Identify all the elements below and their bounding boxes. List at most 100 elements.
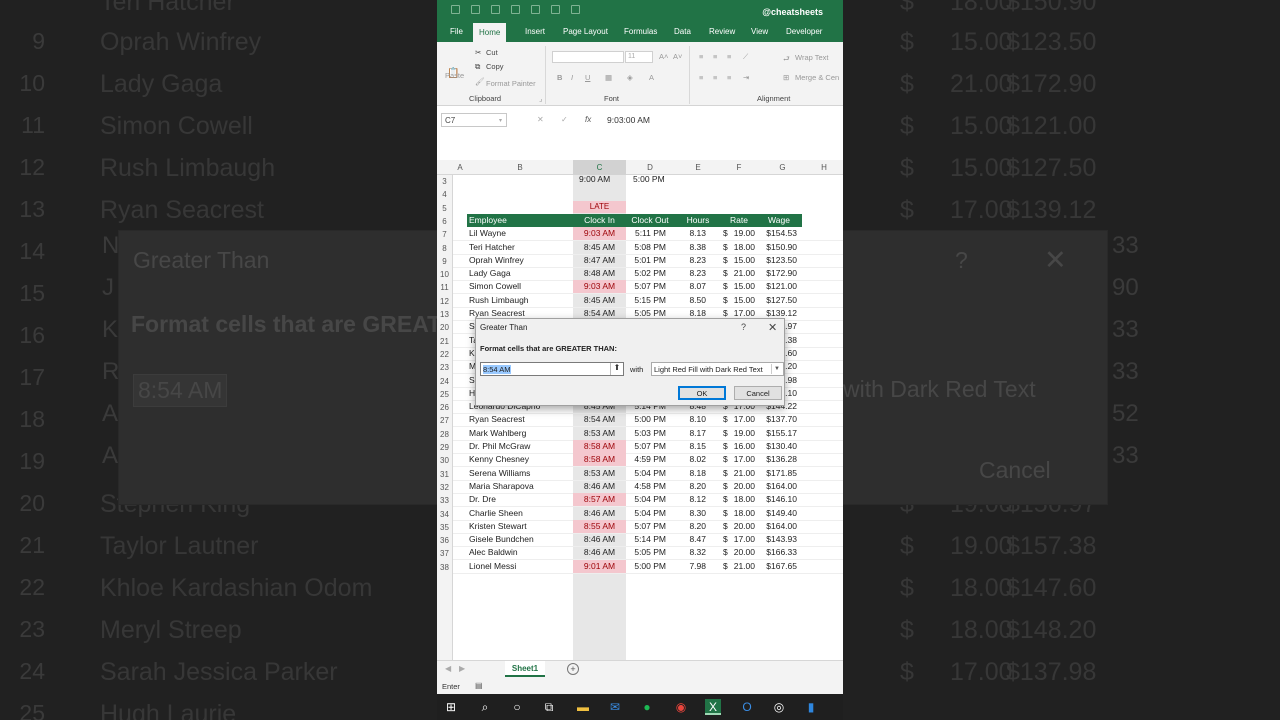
formula-input[interactable]: 9:03:00 AM [607,115,650,125]
cell-clock-in[interactable]: 8:46 AM [573,480,626,493]
cell-employee[interactable]: Simon Cowell [469,281,573,291]
cell-wage[interactable]: $155.17 [759,428,797,438]
cell-employee[interactable]: Dr. Phil McGraw [469,441,573,451]
cell-clock-out[interactable]: 5:14 PM [626,534,666,544]
row-number[interactable]: 12 [437,297,452,306]
cell-clock-out[interactable]: 5:08 PM [626,242,666,252]
cell-clock-in[interactable]: 8:46 AM [573,533,626,546]
cell-rate-currency[interactable]: $ [723,255,728,265]
column-header-b[interactable]: B [467,163,573,172]
cell-rate-currency[interactable]: $ [723,441,728,451]
indent-icon[interactable]: ⇥ [743,73,749,82]
cell-clock-in[interactable]: 8:53 AM [573,427,626,440]
cell-hours[interactable]: 8.23 [674,255,706,265]
align-middle-icon[interactable]: ≡ [713,52,717,61]
cell-rate-currency[interactable]: $ [723,428,728,438]
outlook-icon[interactable]: O [739,699,755,715]
cell-employee[interactable]: Ryan Seacrest [469,308,573,318]
cell-rate[interactable]: 15.00 [729,295,755,305]
cell-rate[interactable]: 17.00 [729,308,755,318]
cell-employee[interactable]: Ryan Seacrest [469,414,573,424]
orientation-icon[interactable]: ⟋ [743,52,748,62]
cell-hours[interactable]: 8.10 [674,414,706,424]
cell-rate-currency[interactable]: $ [723,268,728,278]
column-header-f[interactable]: F [722,163,756,172]
cancel-entry-icon[interactable]: ✕ [537,115,544,124]
cell-rate[interactable]: 19.00 [729,428,755,438]
cell-hours[interactable]: 8.47 [674,534,706,544]
sheet-tab-sheet1[interactable]: Sheet1 [505,661,545,677]
confirm-entry-icon[interactable]: ✓ [561,115,568,124]
cell-wage[interactable]: $172.90 [759,268,797,278]
cell-clock-out[interactable]: 5:04 PM [626,494,666,504]
add-sheet-icon[interactable]: + [567,663,579,675]
column-header-h[interactable]: H [809,163,839,172]
cell-employee[interactable]: Teri Hatcher [469,242,573,252]
row-number[interactable]: 6 [437,217,452,226]
format-painter-icon[interactable]: 🖌 [475,77,485,86]
cell-rate-currency[interactable]: $ [723,494,728,504]
excel-taskbar-icon[interactable]: X [705,699,721,715]
row-number[interactable]: 22 [437,350,452,359]
cell-hours[interactable]: 8.12 [674,494,706,504]
cell-clock-out[interactable]: 4:59 PM [626,454,666,464]
cell-clock-out[interactable]: 5:05 PM [626,547,666,557]
align-right-icon[interactable]: ≡ [727,73,731,82]
cell-rate[interactable]: 17.00 [729,414,755,424]
increase-font-icon[interactable]: A˄ [659,52,668,61]
cell-rate[interactable]: 18.00 [729,242,755,252]
chrome-icon[interactable]: ◉ [673,699,689,715]
cell-hours[interactable]: 8.17 [674,428,706,438]
cell-wage[interactable]: $166.33 [759,547,797,557]
row-number[interactable]: 9 [437,257,452,266]
row-number[interactable]: 20 [437,323,452,332]
merge-center-button[interactable]: Merge & Cen [795,73,839,82]
cell-rate[interactable]: 18.00 [729,508,755,518]
cell-clock-in[interactable]: 9:03 AM [573,280,626,294]
row-number[interactable]: 31 [437,470,452,479]
cell-rate[interactable]: 21.00 [729,468,755,478]
cell-rate[interactable]: 20.00 [729,481,755,491]
cell-rate-currency[interactable]: $ [723,295,728,305]
cell-hours[interactable]: 8.02 [674,454,706,464]
app-icon[interactable]: ▮ [803,699,819,715]
table-header-rate[interactable]: Rate [722,213,756,227]
save-icon[interactable] [451,5,460,14]
cell-clock-out[interactable]: 5:04 PM [626,508,666,518]
cell-rate-currency[interactable]: $ [723,281,728,291]
scroll-left-icon[interactable]: ◀ [445,664,451,673]
copy-icon[interactable]: ⧉ [475,62,480,72]
clipboard-launcher-icon[interactable]: ⌟ [539,94,543,103]
column-header-a[interactable]: A [453,163,467,172]
cell-rate[interactable]: 15.00 [729,281,755,291]
cell-rate[interactable]: 15.00 [729,255,755,265]
name-box-dropdown-icon[interactable]: ▾ [499,117,502,124]
range-picker-icon[interactable]: ⬆ [610,363,623,375]
cell-rate-currency[interactable]: $ [723,561,728,571]
cell-clock-in[interactable]: 8:46 AM [573,507,626,520]
cell-clock-out[interactable]: 5:15 PM [626,295,666,305]
font-size-select[interactable]: 11 [625,51,653,63]
cell-wage[interactable]: $164.00 [759,521,797,531]
wrap-text-icon[interactable]: ⮐ [783,53,790,66]
cell-rate-currency[interactable]: $ [723,521,728,531]
windows-start-icon[interactable]: ⊞ [443,699,459,715]
cell-wage[interactable]: $127.50 [759,295,797,305]
cell-rate-currency[interactable]: $ [723,468,728,478]
open-file-icon[interactable] [551,5,560,14]
fill-color-icon[interactable]: ◈ [627,73,633,82]
task-view-icon[interactable]: ⧉ [541,699,557,715]
cell-wage[interactable]: $171.85 [759,468,797,478]
cell-clock-out[interactable]: 5:07 PM [626,441,666,451]
cell-wage[interactable]: $154.53 [759,228,797,238]
column-header-g[interactable]: G [756,163,809,172]
redo-icon[interactable] [511,5,520,14]
cell-clock-out[interactable]: 5:07 PM [626,281,666,291]
cell-employee[interactable]: Maria Sharapova [469,481,573,491]
align-bottom-icon[interactable]: ≡ [727,52,731,61]
cell-clock-in[interactable]: 8:55 AM [573,519,626,533]
row-number[interactable]: 35 [437,523,452,532]
cell-hours[interactable]: 8.20 [674,481,706,491]
cell-rate-currency[interactable]: $ [723,534,728,544]
cell-wage[interactable]: $143.93 [759,534,797,544]
